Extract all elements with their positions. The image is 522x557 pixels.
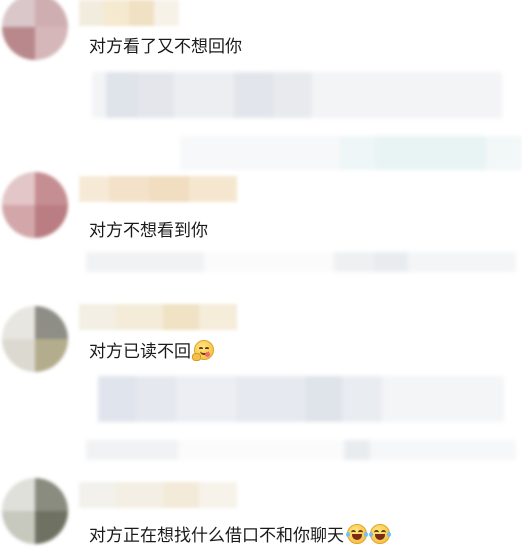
comment-text: 对方已读不回 bbox=[89, 340, 214, 363]
username-blurred[interactable] bbox=[79, 0, 179, 26]
meta-row-blurred bbox=[86, 440, 516, 460]
avatar[interactable] bbox=[2, 0, 68, 60]
reply-preview-blurred bbox=[92, 72, 502, 118]
savoring-face-emoji bbox=[192, 340, 214, 361]
comment-text-label: 对方正在想找什么借口不和你聊天 bbox=[89, 526, 344, 546]
reply-preview-blurred bbox=[98, 376, 504, 422]
meta-row-blurred bbox=[86, 252, 516, 272]
username-blurred[interactable] bbox=[79, 482, 237, 508]
comment-text: 对方正在想找什么借口不和你聊天 bbox=[89, 524, 391, 547]
comment-text-label: 对方已读不回 bbox=[89, 342, 191, 362]
avatar[interactable] bbox=[2, 306, 68, 372]
avatar[interactable] bbox=[2, 172, 68, 238]
username-blurred[interactable] bbox=[79, 176, 237, 202]
tears-of-joy-emoji bbox=[369, 524, 391, 544]
meta-row-blurred bbox=[180, 136, 522, 170]
tears-of-joy-emoji bbox=[346, 524, 368, 544]
comment-text: 对方不想看到你 bbox=[89, 221, 208, 241]
comment-text: 对方看了又不想回你 bbox=[89, 37, 242, 57]
avatar[interactable] bbox=[2, 478, 68, 544]
username-blurred[interactable] bbox=[79, 304, 237, 330]
